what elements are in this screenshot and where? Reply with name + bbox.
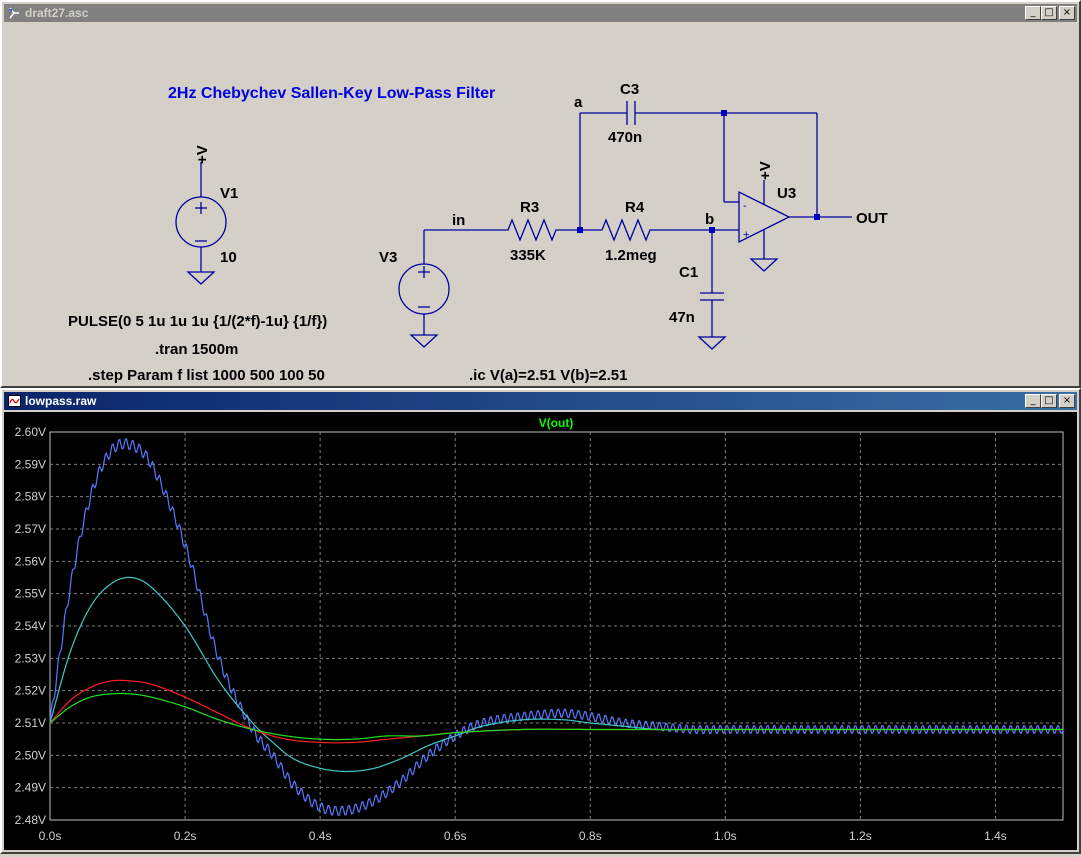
traces <box>49 438 1064 816</box>
ground-icon <box>409 334 439 348</box>
axis-ticks: 0.0s 0.2s 0.4s 0.6s 0.8s 1.0s 1.2s 1.4s 2.60V 2.5… <box>15 425 1007 843</box>
waveform-chart[interactable]: V(out) 0.0s 0.2s 0.4s 0.6s 0.8s 1.0s 1.2s 1.4s 2… <box>4 412 1077 852</box>
c3-name-label: C3 <box>620 81 639 98</box>
v3-name-label: V3 <box>379 249 397 266</box>
schematic-window-title: draft27.asc <box>25 6 89 20</box>
c1-name-label: C1 <box>679 264 698 281</box>
net-label-a: a <box>574 94 583 111</box>
ic-directive[interactable]: .ic V(a)=2.51 V(b)=2.51 <box>469 367 627 384</box>
v1-name-label: V1 <box>220 185 238 202</box>
x-tick-label: 1.0s <box>714 829 737 843</box>
maximize-button[interactable]: □ <box>1041 394 1057 408</box>
y-tick-label: 2.55V <box>15 587 46 601</box>
plot-canvas[interactable]: V(out) 0.0s 0.2s 0.4s 0.6s 0.8s 1.0s 1.2s 1.4s 2… <box>4 412 1077 850</box>
r3-value-label: 335K <box>510 247 546 264</box>
y-tick-label: 2.52V <box>15 684 46 698</box>
minimize-icon: _ <box>1030 395 1036 406</box>
x-tick-label: 0.4s <box>309 829 332 843</box>
plot-window[interactable]: lowpass.raw _ □ × V(out) 0.0s 0.2s 0.4s 0.6… <box>0 388 1081 854</box>
r4-resistor-symbol[interactable] <box>580 218 712 242</box>
maximize-icon: □ <box>1044 395 1054 406</box>
u3-minus-label: - <box>743 200 747 212</box>
y-tick-label: 2.58V <box>15 490 46 504</box>
trace-series-4[interactable] <box>49 692 1063 741</box>
net-label-b: b <box>705 211 714 228</box>
y-tick-label: 2.48V <box>15 813 46 827</box>
plot-titlebar[interactable]: lowpass.raw _ □ × <box>4 392 1077 410</box>
r4-value-label: 1.2meg <box>605 247 657 264</box>
y-tick-label: 2.54V <box>15 619 46 633</box>
plot-window-controls: _ □ × <box>1025 394 1075 408</box>
minimize-icon: _ <box>1030 7 1036 18</box>
v3-value-label: PULSE(0 5 1u 1u 1u {1/(2*f)-1u} {1/f}) <box>68 313 327 330</box>
close-button[interactable]: × <box>1059 6 1075 20</box>
u3-name-label: U3 <box>777 185 796 202</box>
x-tick-label: 1.4s <box>984 829 1007 843</box>
ground-icon <box>749 258 779 272</box>
schematic-window-controls: _ □ × <box>1025 6 1075 20</box>
ground-icon <box>186 271 216 285</box>
waveform-icon <box>7 394 21 408</box>
close-icon: × <box>1062 395 1072 406</box>
r4-name-label: R4 <box>625 199 645 216</box>
x-tick-label: 0.6s <box>444 829 467 843</box>
schematic-window[interactable]: draft27.asc _ □ × 2Hz Chebychev Sallen-K… <box>0 0 1081 388</box>
net-label-in: in <box>452 212 465 229</box>
x-tick-label: 0.0s <box>39 829 62 843</box>
ltspice-schematic-icon <box>7 6 21 20</box>
y-tick-label: 2.53V <box>15 651 46 665</box>
tran-directive[interactable]: .tran 1500m <box>155 341 238 358</box>
r3-resistor-symbol[interactable] <box>497 218 580 242</box>
r3-name-label: R3 <box>520 199 539 216</box>
trace-series-1[interactable] <box>49 438 1064 816</box>
minimize-button[interactable]: _ <box>1025 6 1041 20</box>
u3-supply-label: +V <box>757 161 774 180</box>
close-icon: × <box>1062 7 1072 18</box>
y-tick-label: 2.57V <box>15 522 46 536</box>
maximize-icon: □ <box>1044 7 1054 18</box>
v1-value-label: 10 <box>220 249 237 266</box>
minimize-button[interactable]: _ <box>1025 394 1041 408</box>
grid <box>50 432 1063 820</box>
y-tick-label: 2.49V <box>15 781 46 795</box>
y-tick-label: 2.56V <box>15 554 46 568</box>
y-tick-label: 2.50V <box>15 748 46 762</box>
c3-value-label: 470n <box>608 129 642 146</box>
x-tick-label: 0.2s <box>174 829 197 843</box>
c1-value-label: 47n <box>669 309 695 326</box>
y-tick-label: 2.60V <box>15 425 46 439</box>
schematic-canvas[interactable]: 2Hz Chebychev Sallen-Key Low-Pass Filter… <box>4 24 1077 384</box>
v1-supply-label: +V <box>194 145 211 164</box>
net-label-out: OUT <box>856 210 888 227</box>
ground-icon <box>697 336 727 350</box>
schematic-title: 2Hz Chebychev Sallen-Key Low-Pass Filter <box>168 85 495 102</box>
y-tick-label: 2.59V <box>15 457 46 471</box>
step-directive[interactable]: .step Param f list 1000 500 100 50 <box>88 367 325 384</box>
close-button[interactable]: × <box>1059 394 1075 408</box>
u3-plus-label: + <box>743 229 749 241</box>
maximize-button[interactable]: □ <box>1041 6 1057 20</box>
schematic-titlebar[interactable]: draft27.asc _ □ × <box>4 4 1077 22</box>
x-tick-label: 1.2s <box>849 829 872 843</box>
x-tick-label: 0.8s <box>579 829 602 843</box>
trace-title-vout[interactable]: V(out) <box>539 416 574 430</box>
schematic-drawing[interactable]: 2Hz Chebychev Sallen-Key Low-Pass Filter… <box>4 24 1077 386</box>
y-tick-label: 2.51V <box>15 716 46 730</box>
plot-window-title: lowpass.raw <box>25 394 97 408</box>
